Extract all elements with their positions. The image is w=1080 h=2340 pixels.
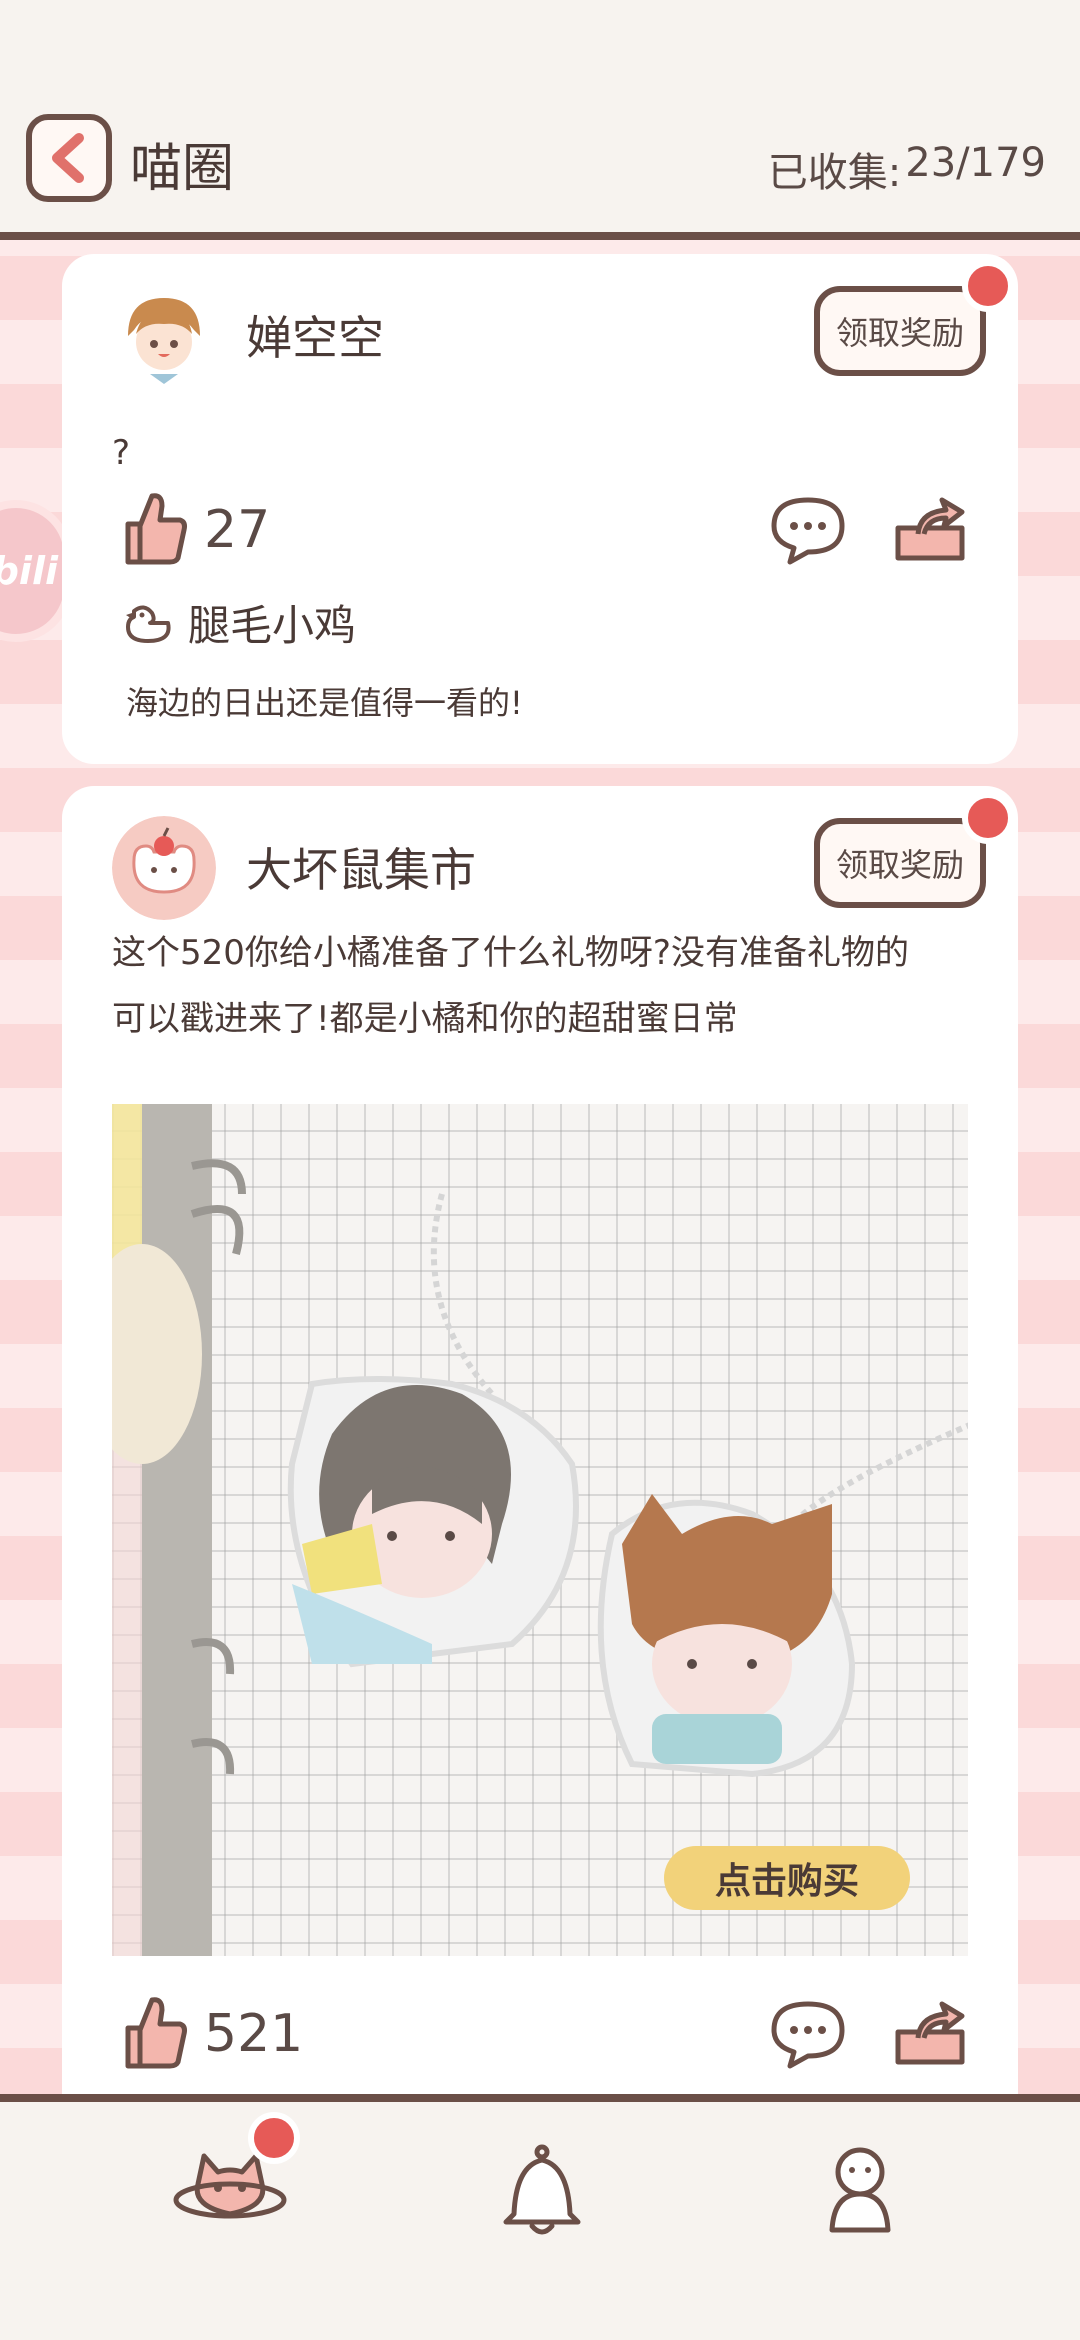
top-bar: 喵圈 已收集: 23/179 [0,0,1080,240]
bottom-navigation [0,2094,1080,2340]
claim-reward-button[interactable]: 领取奖励 [814,286,986,376]
collection-progress: 已收集: 23/179 [768,140,1046,198]
thumbs-up-icon[interactable] [122,1994,188,2072]
collected-value: 23/179 [905,140,1046,186]
chick-icon [126,605,171,643]
nav-tab-profile[interactable] [824,2144,896,2240]
post-text: 这个520你给小橘准备了什么礼物呀?没有准备礼物的 可以戳进来了!都是小橘和你的… [112,920,909,1052]
post-username[interactable]: 婵空空 [246,302,384,368]
comment-author: 腿毛小鸡 [122,592,356,653]
nav-tab-notifications[interactable] [500,2144,584,2242]
like-count: 521 [204,2004,304,2064]
back-button[interactable] [26,114,112,202]
bell-icon [503,2144,581,2235]
share-icon[interactable] [892,1998,968,2068]
speech-bubble-icon[interactable] [768,494,848,566]
post-actions: 521 [112,1994,968,2084]
comment-text: 海边的日出还是值得一看的! [126,684,523,722]
avatar[interactable] [112,284,216,388]
post-text-line: 这个520你给小橘准备了什么礼物呀?没有准备礼物的 [112,933,909,973]
like-count: 27 [204,500,271,560]
nav-tab-home[interactable] [172,2112,300,2244]
notification-dot [962,792,1014,844]
post-actions: 27 [112,490,968,580]
page-title: 喵圈 [130,139,235,199]
bili-logo-text: bili [0,549,58,593]
claim-reward-label: 领取奖励 [835,846,964,884]
thumbs-up-icon[interactable] [122,490,188,568]
speech-bubble-icon[interactable] [768,1998,848,2070]
buy-now-button[interactable]: 点击购买 [664,1846,910,1910]
post-text: ? [112,433,131,473]
notification-dot [962,260,1014,312]
post-card: 大坏鼠集市 领取奖励 这个520你给小橘准备了什么礼物呀?没有准备礼物的 可以戳… [62,786,1018,2116]
comment-author-name: 腿毛小鸡 [188,601,357,650]
claim-reward-button[interactable]: 领取奖励 [814,818,986,908]
collected-label: 已收集: [767,150,902,196]
product-photo-illustration [112,1104,968,1956]
post-text-line: 可以戳进来了!都是小橘和你的超甜蜜日常 [112,999,738,1039]
notification-dot [248,2112,300,2164]
claim-reward-label: 领取奖励 [835,314,964,352]
post-card: 婵空空 领取奖励 ? 27 腿毛小鸡 海边的日出还是值得一看的! [62,254,1018,764]
chevron-left-icon [52,133,84,183]
featured-comment[interactable]: 腿毛小鸡 海边的日出还是值得一看的! [122,582,642,742]
post-username[interactable]: 大坏鼠集市 [246,834,476,900]
avatar[interactable] [112,816,216,920]
person-icon [829,2147,891,2233]
share-icon[interactable] [892,494,968,564]
post-photo[interactable]: 点击购买 [112,1104,968,1956]
